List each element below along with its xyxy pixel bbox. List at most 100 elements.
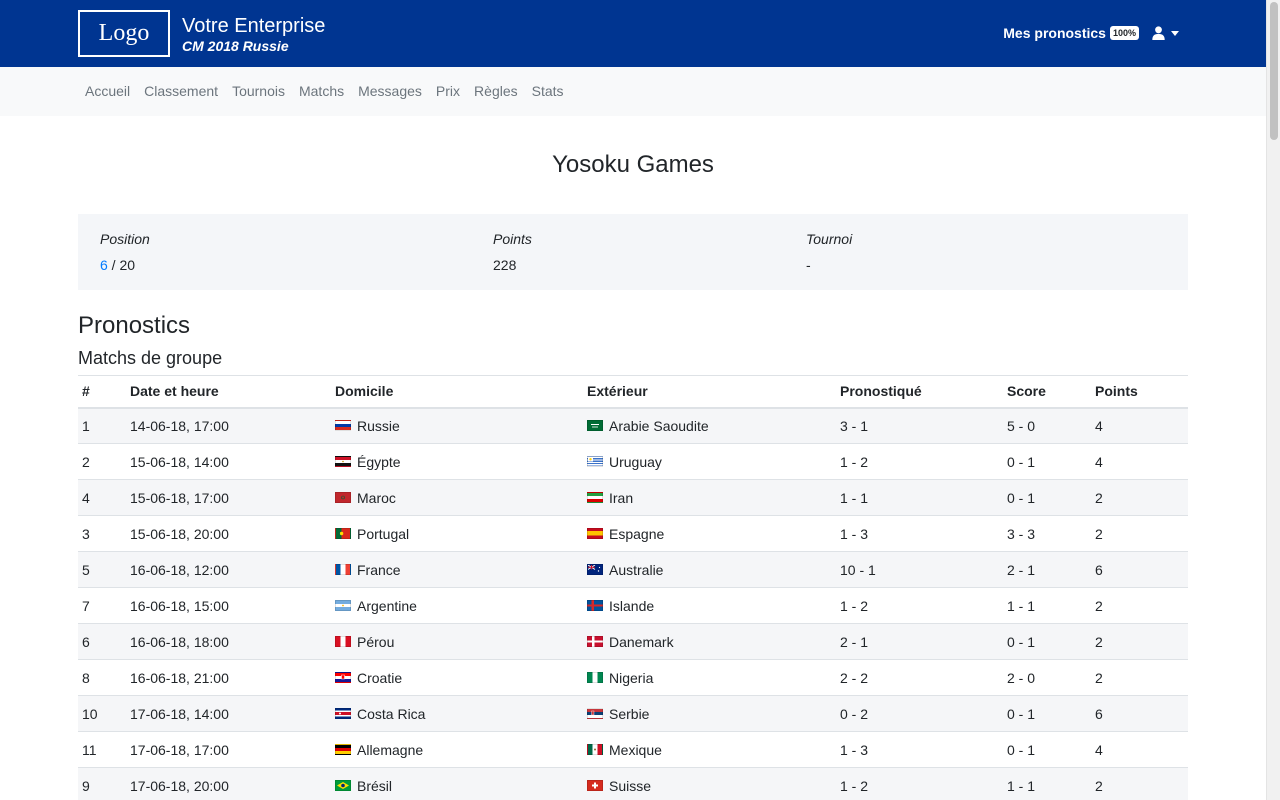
user-menu-toggle[interactable] — [1152, 25, 1179, 41]
stat-position: Position 6 / 20 — [100, 230, 150, 274]
actual-score: 1 - 1 — [1003, 587, 1091, 624]
home-team-name: Égypte — [357, 453, 401, 470]
away-team-name: Uruguay — [609, 453, 662, 470]
tournament-subtitle: CM 2018 Russie — [182, 38, 289, 54]
away-team-cell: Islande — [583, 587, 836, 624]
nav-item-stats[interactable]: Stats — [525, 83, 571, 99]
match-datetime: 17-06-18, 14:00 — [126, 695, 331, 732]
col-header-number: # — [78, 375, 126, 409]
chevron-down-icon — [1171, 30, 1179, 36]
actual-score: 2 - 0 — [1003, 659, 1091, 696]
user-icon — [1152, 26, 1165, 40]
nav-item-tournois[interactable]: Tournois — [225, 83, 292, 99]
col-header-prediction: Pronostiqué — [836, 375, 1003, 409]
my-predictions-link[interactable]: Mes pronostics 100% — [1003, 25, 1139, 41]
flag-saudi-arabia-icon — [587, 420, 603, 432]
points-earned: 6 — [1091, 551, 1188, 588]
flag-iran-icon — [587, 492, 603, 503]
away-team-name: Mexique — [609, 741, 662, 758]
flag-australia-icon — [587, 564, 603, 575]
table-header-row: # Date et heure Domicile Extérieur Prono… — [78, 375, 1188, 409]
match-datetime: 14-06-18, 17:00 — [126, 407, 331, 444]
match-number: 11 — [78, 731, 126, 768]
nav-item-matchs[interactable]: Matchs — [292, 83, 351, 99]
match-number: 1 — [78, 407, 126, 444]
logo[interactable]: Logo — [78, 10, 170, 57]
table-row: 7 16-06-18, 15:00 Argentine Islande 1 - 21 -… — [78, 587, 1188, 624]
home-team-name: Pérou — [357, 633, 395, 650]
flag-morocco-icon — [335, 492, 351, 503]
stat-points: Points 228 — [493, 230, 532, 274]
table-row: 5 16-06-18, 12:00 France Australie 10 - 12 -… — [78, 551, 1188, 588]
flag-serbia-icon — [587, 708, 603, 719]
position-rank-link[interactable]: 6 — [100, 257, 108, 273]
points-earned: 6 — [1091, 695, 1188, 732]
user-stats-card: Position 6 / 20 Points 228 Tournoi - — [78, 214, 1188, 290]
stat-position-label: Position — [100, 231, 150, 247]
nav-item-regles[interactable]: Règles — [467, 83, 525, 99]
section-subtitle: Matchs de groupe — [78, 348, 223, 368]
actual-score: 1 - 1 — [1003, 767, 1091, 800]
predicted-score: 10 - 1 — [836, 551, 1003, 588]
nav-item-classement[interactable]: Classement — [137, 83, 225, 99]
away-team-name: Iran — [609, 489, 634, 506]
top-header: Logo Votre Enterprise CM 2018 Russie Mes… — [0, 0, 1266, 67]
flag-peru-icon — [335, 636, 351, 647]
away-team-cell: Arabie Saoudite — [583, 407, 836, 444]
flag-mexico-icon — [587, 744, 603, 755]
home-team-cell: France — [331, 551, 583, 588]
home-team-name: Costa Rica — [357, 705, 426, 722]
table-row: 1 14-06-18, 17:00 Russie Arabie Saoudite 3 -… — [78, 407, 1188, 444]
away-team-name: Serbie — [609, 705, 650, 722]
actual-score: 0 - 1 — [1003, 479, 1091, 516]
home-team-cell: Costa Rica — [331, 695, 583, 732]
predicted-score: 1 - 2 — [836, 767, 1003, 800]
away-team-name: Arabie Saoudite — [609, 417, 709, 434]
matches-table: # Date et heure Domicile Extérieur Prono… — [78, 375, 1188, 800]
match-datetime: 15-06-18, 20:00 — [126, 515, 331, 552]
scrollbar-thumb[interactable] — [1270, 2, 1278, 140]
nav-item-accueil[interactable]: Accueil — [78, 83, 137, 99]
col-header-date: Date et heure — [126, 375, 331, 409]
home-team-cell: Argentine — [331, 587, 583, 624]
match-datetime: 16-06-18, 21:00 — [126, 659, 331, 696]
home-team-cell: Maroc — [331, 479, 583, 516]
points-earned: 2 — [1091, 515, 1188, 552]
nav-item-prix[interactable]: Prix — [429, 83, 467, 99]
home-team-name: Maroc — [357, 489, 396, 506]
predicted-score: 1 - 2 — [836, 443, 1003, 480]
points-earned: 2 — [1091, 623, 1188, 660]
match-number: 6 — [78, 623, 126, 660]
main-nav: Accueil Classement Tournois Matchs Messa… — [0, 67, 1266, 116]
stat-tournoi: Tournoi - — [806, 230, 852, 274]
predicted-score: 1 - 3 — [836, 515, 1003, 552]
my-predictions-label: Mes pronostics — [1003, 25, 1106, 41]
predicted-score: 1 - 3 — [836, 731, 1003, 768]
home-team-name: France — [357, 561, 401, 578]
nav-item-messages[interactable]: Messages — [351, 83, 429, 99]
position-total: / 20 — [107, 257, 136, 273]
match-datetime: 16-06-18, 15:00 — [126, 587, 331, 624]
section-title: Pronostics — [78, 312, 191, 339]
home-team-name: Argentine — [357, 597, 417, 614]
match-datetime: 15-06-18, 14:00 — [126, 443, 331, 480]
points-earned: 4 — [1091, 731, 1188, 768]
away-team-cell: Iran — [583, 479, 836, 516]
page-scrollbar[interactable] — [1266, 0, 1280, 800]
points-earned: 2 — [1091, 767, 1188, 800]
flag-spain-icon — [587, 528, 603, 539]
away-team-cell: Mexique — [583, 731, 836, 768]
away-team-name: Islande — [609, 597, 655, 614]
predicted-score: 3 - 1 — [836, 407, 1003, 444]
flag-iceland-icon — [587, 600, 603, 611]
table-row: 11 17-06-18, 17:00 Allemagne Mexique 1 - 30 … — [78, 731, 1188, 768]
away-team-name: Danemark — [609, 633, 674, 650]
match-datetime: 16-06-18, 18:00 — [126, 623, 331, 660]
points-earned: 2 — [1091, 587, 1188, 624]
match-number: 9 — [78, 767, 126, 800]
home-team-cell: Pérou — [331, 623, 583, 660]
away-team-cell: Nigeria — [583, 659, 836, 696]
stat-tournoi-label: Tournoi — [806, 231, 853, 247]
stat-points-value: 228 — [493, 257, 517, 273]
home-team-name: Croatie — [357, 669, 403, 686]
